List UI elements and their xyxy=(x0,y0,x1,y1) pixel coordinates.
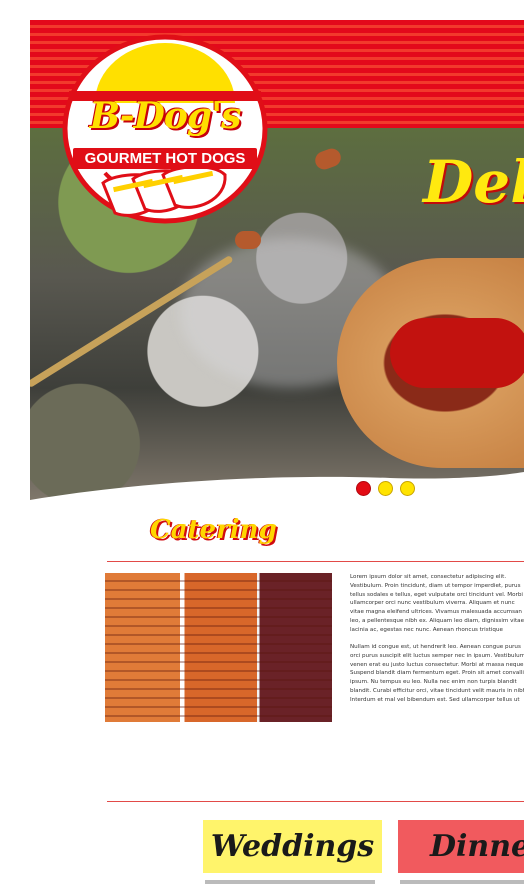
section-divider xyxy=(107,801,524,802)
sausage-rows-texture xyxy=(105,573,332,722)
ketchup-image xyxy=(390,318,524,388)
weddings-card[interactable]: Weddings xyxy=(203,820,382,873)
dinner-caption-text xyxy=(400,880,524,884)
catering-paragraph-2: Nullam id congue est, ut hendrerit leo. … xyxy=(350,644,524,703)
hero-headline: Del xyxy=(423,148,524,216)
catering-sausages-photo xyxy=(105,573,332,722)
sausage-image xyxy=(312,146,344,172)
section-divider xyxy=(107,561,524,562)
catering-paragraph-1: Lorem ipsum dolor sit amet, consectetur … xyxy=(350,574,524,633)
brand-logo[interactable]: B-Dog's GOURMET HOT DOGS xyxy=(55,33,275,228)
brand-tagline: GOURMET HOT DOGS xyxy=(73,148,257,169)
sausage-image xyxy=(235,231,261,249)
hero-wave-divider xyxy=(30,472,524,512)
weddings-caption-text xyxy=(205,880,375,884)
catering-title: Catering xyxy=(150,515,277,545)
carousel-dot-2[interactable] xyxy=(378,481,393,496)
carousel-dot-1[interactable] xyxy=(356,481,371,496)
carousel-dots[interactable] xyxy=(356,481,415,496)
carousel-dot-3[interactable] xyxy=(400,481,415,496)
brand-name: B-Dog's xyxy=(89,95,242,137)
dinner-card[interactable]: Dinner xyxy=(398,820,524,873)
